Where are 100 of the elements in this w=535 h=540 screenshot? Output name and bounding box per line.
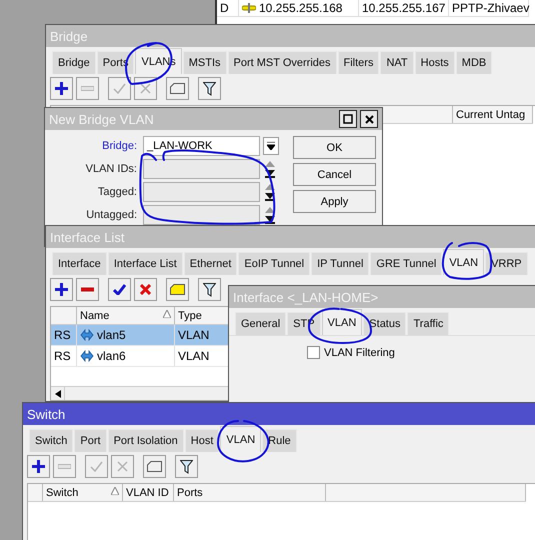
check-icon xyxy=(113,83,126,94)
tab[interactable]: Ethernet xyxy=(184,252,238,275)
add-button[interactable] xyxy=(50,77,73,100)
minus-icon xyxy=(81,86,94,91)
minus-icon xyxy=(81,287,94,292)
window-title: Interface <_LAN-HOME> xyxy=(233,290,378,304)
tab[interactable]: General xyxy=(235,312,286,335)
tab[interactable]: Bridge xyxy=(52,51,96,74)
tab[interactable]: Host xyxy=(184,429,220,452)
tab[interactable]: Switch xyxy=(29,429,74,452)
input-field[interactable] xyxy=(143,182,260,202)
filter-icon xyxy=(203,82,216,96)
table-cell: 10.255.255.167 xyxy=(359,0,449,16)
tab[interactable]: GRE Tunnel xyxy=(370,252,442,275)
enable-button[interactable] xyxy=(108,278,131,301)
window-title: Switch xyxy=(27,406,66,422)
table-cell: RS xyxy=(51,325,77,345)
spin-arrows-icon[interactable] xyxy=(264,160,276,178)
checkbox[interactable] xyxy=(307,346,320,359)
dialog-button[interactable]: Cancel xyxy=(293,163,376,186)
close-button[interactable] xyxy=(360,110,378,128)
column-header[interactable]: Name xyxy=(77,307,175,324)
input-field[interactable] xyxy=(143,159,260,179)
input-field[interactable]: _LAN-WORK xyxy=(143,136,260,156)
tab[interactable]: VLAN xyxy=(220,426,262,452)
cross-icon xyxy=(140,83,151,94)
tab[interactable]: Rule xyxy=(262,429,297,452)
tab[interactable]: IP Tunnel xyxy=(311,252,370,275)
plug-icon xyxy=(242,2,256,12)
column-header[interactable]: Switch xyxy=(43,484,123,501)
tab[interactable]: VLAN xyxy=(322,309,362,335)
tab[interactable]: Interface xyxy=(52,252,107,275)
tab[interactable]: Port xyxy=(74,429,107,452)
plus-icon xyxy=(55,82,68,95)
table-cell: vlan5 xyxy=(77,325,175,345)
dropdown-button[interactable] xyxy=(263,137,279,155)
field-label: Untagged: xyxy=(85,209,138,221)
comment-button[interactable] xyxy=(166,278,189,301)
minus-icon xyxy=(58,464,71,469)
tab[interactable]: Hosts xyxy=(414,51,455,74)
column-header: Current Untag xyxy=(453,106,533,123)
close-icon xyxy=(364,114,374,124)
tab[interactable]: VLAN xyxy=(443,249,484,275)
note-icon xyxy=(170,284,185,295)
tab[interactable]: VRRP xyxy=(485,252,528,275)
tab[interactable]: Port MST Overrides xyxy=(228,51,337,74)
disable-button[interactable] xyxy=(134,278,157,301)
check-icon xyxy=(113,284,126,295)
tab[interactable]: Interface List xyxy=(108,252,183,275)
column-header[interactable]: Ports xyxy=(174,484,326,501)
plus-icon xyxy=(55,283,68,296)
tab[interactable]: EoIP Tunnel xyxy=(238,252,310,275)
spin-arrows-icon[interactable] xyxy=(264,206,276,224)
table-row[interactable]: RS vlan6 VLAN xyxy=(51,346,229,367)
table-cell: 10.255.255.168 xyxy=(239,0,359,16)
add-button[interactable] xyxy=(27,455,50,478)
add-button[interactable] xyxy=(50,278,73,301)
scroll-left-icon xyxy=(54,390,60,398)
tab[interactable]: Traffic xyxy=(407,312,450,335)
window-title: New Bridge VLAN xyxy=(49,112,154,126)
field-link[interactable]: Bridge: xyxy=(45,140,143,152)
tab[interactable]: Filters xyxy=(338,51,380,74)
cross-icon xyxy=(117,461,128,472)
filter-icon xyxy=(203,282,216,296)
maximize-icon xyxy=(343,114,353,124)
dialog-button[interactable]: Apply xyxy=(293,190,376,213)
field-label: Tagged: xyxy=(96,186,138,198)
tab[interactable]: MSTIs xyxy=(182,51,227,74)
interface-icon xyxy=(80,329,94,341)
table-cell: D xyxy=(217,0,239,16)
sort-icon xyxy=(163,310,171,318)
table-cell: RS xyxy=(51,346,77,366)
tab[interactable]: NAT xyxy=(380,51,414,74)
interface-icon xyxy=(80,350,94,362)
dialog-button[interactable]: OK xyxy=(293,136,376,159)
tab[interactable]: MDB xyxy=(456,51,492,74)
table-cell: PPTP-Zhivaev xyxy=(449,0,529,16)
tab[interactable]: Status xyxy=(363,312,406,335)
check-icon xyxy=(90,461,103,472)
maximize-button[interactable] xyxy=(339,110,357,128)
spin-arrows-icon[interactable] xyxy=(264,183,276,201)
column-header[interactable]: VLAN ID xyxy=(123,484,174,501)
table-row[interactable]: RS vlan5 VLAN xyxy=(51,325,229,346)
sort-icon xyxy=(111,487,119,495)
dropdown-icon xyxy=(267,142,275,150)
checkbox-label: VLAN Filtering xyxy=(324,346,395,358)
filter-button[interactable] xyxy=(198,77,221,100)
field-label: VLAN IDs: xyxy=(84,163,138,175)
filter-button[interactable] xyxy=(198,278,221,301)
input-field[interactable] xyxy=(143,205,260,225)
filter-icon xyxy=(180,460,193,474)
tab[interactable]: Port Isolation xyxy=(108,429,184,452)
cross-icon xyxy=(140,284,151,295)
note-icon xyxy=(147,461,162,472)
window-title: Interface List xyxy=(50,230,124,244)
note-icon xyxy=(170,83,185,94)
table-cell: vlan6 xyxy=(77,346,175,366)
remove-button[interactable] xyxy=(76,278,99,301)
filter-button[interactable] xyxy=(175,455,198,478)
plus-icon xyxy=(32,460,45,473)
